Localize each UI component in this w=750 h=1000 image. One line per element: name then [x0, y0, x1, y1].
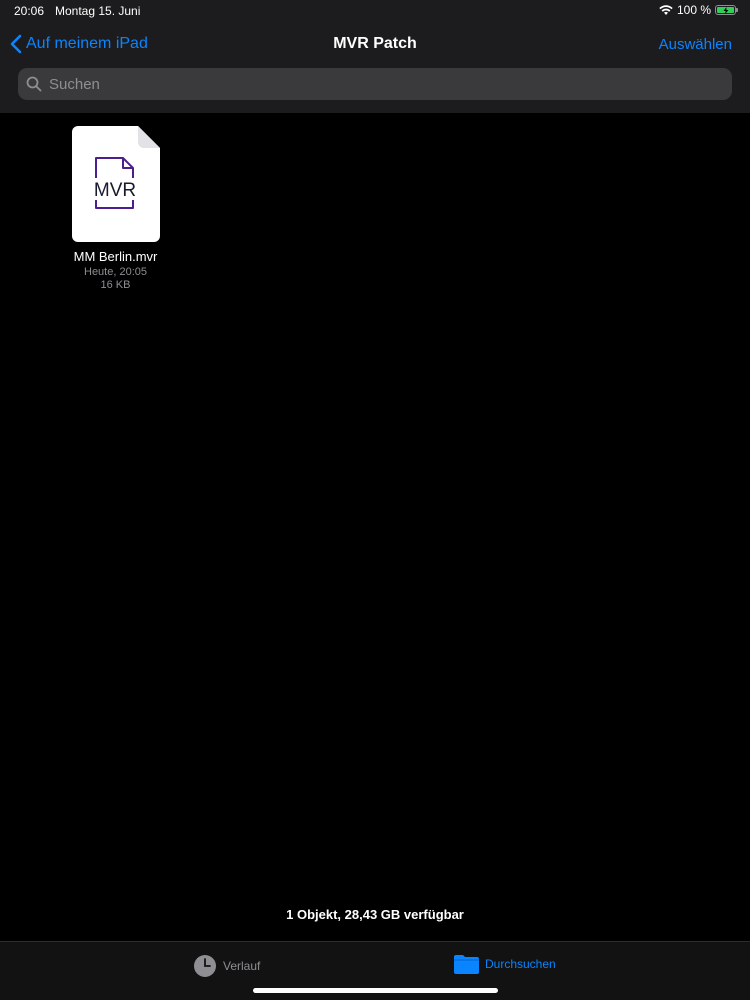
wifi-icon: [659, 5, 673, 15]
select-button[interactable]: Auswählen: [659, 36, 732, 53]
status-indicators: 100 %: [659, 3, 738, 17]
mvr-file-icon: MVR: [71, 126, 160, 242]
tab-browse-label: Durchsuchen: [485, 957, 556, 971]
header: 20:06 Montag 15. Juni 100 % Auf meinem i…: [0, 0, 750, 113]
status-date: Montag 15. Juni: [55, 4, 141, 18]
home-indicator: [253, 988, 498, 993]
search-icon: [26, 76, 42, 92]
tab-recents[interactable]: Verlauf: [193, 954, 260, 978]
file-size: 16 KB: [100, 279, 131, 291]
folder-icon: [454, 955, 479, 974]
page-title: MVR Patch: [333, 35, 417, 52]
search-field[interactable]: [18, 68, 732, 100]
files-app-screen: 20:06 Montag 15. Juni 100 % Auf meinem i…: [0, 0, 750, 1000]
search-input[interactable]: [47, 74, 691, 94]
status-bar: 20:06 Montag 15. Juni 100 %: [0, 0, 750, 22]
navigation-bar: Auf meinem iPad MVR Patch Auswählen: [0, 26, 750, 62]
tab-recents-label: Verlauf: [223, 959, 261, 973]
battery-percentage: 100 %: [676, 3, 711, 17]
battery-icon: [715, 5, 738, 15]
file-item[interactable]: MVR MM Berlin.mvr Heute, 20:05 16 KB: [58, 126, 173, 292]
clock-icon: [194, 955, 216, 977]
file-date: Heute, 20:05: [84, 266, 147, 278]
file-name: MM Berlin.mvr: [73, 249, 158, 264]
file-thumb-label: MVR: [93, 180, 135, 201]
storage-summary: 1 Objekt, 28,43 GB verfügbar: [286, 907, 464, 922]
status-time: 20:06: [14, 4, 45, 18]
tab-browse[interactable]: Durchsuchen: [454, 954, 556, 974]
